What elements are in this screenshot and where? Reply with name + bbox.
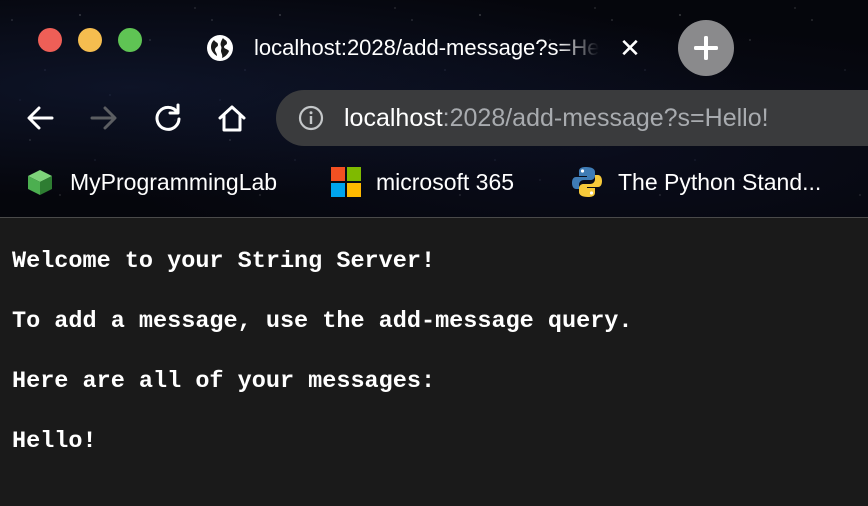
instructions-text: To add a message, use the add-message qu… xyxy=(12,308,633,335)
url-text: localhost:2028/add-message?s=Hello! xyxy=(344,104,769,132)
microsoft-logo-icon xyxy=(331,167,361,197)
cube-icon xyxy=(28,170,52,195)
reload-icon xyxy=(155,103,181,131)
welcome-text: Welcome to your String Server! xyxy=(12,248,436,275)
window-minimize-button[interactable] xyxy=(78,28,102,52)
back-arrow-icon xyxy=(27,106,54,130)
url-path: :2028/add-message?s=Hello! xyxy=(442,104,769,132)
globe-icon xyxy=(207,35,233,61)
tab-active[interactable]: localhost:2028/add-message?s=Hello! ✕ xyxy=(196,20,656,76)
bookmark-microsoft-365[interactable]: microsoft 365 xyxy=(330,162,514,202)
chrome-divider xyxy=(0,217,868,218)
home-button[interactable] xyxy=(214,100,250,136)
window-maximize-button[interactable] xyxy=(118,28,142,52)
bookmark-python-standard[interactable]: The Python Stand... xyxy=(570,162,821,202)
window-close-button[interactable] xyxy=(38,28,62,52)
reload-button[interactable] xyxy=(150,100,186,136)
python-logo-icon xyxy=(572,167,602,197)
url-host: localhost xyxy=(344,104,443,132)
forward-button[interactable] xyxy=(86,100,122,136)
messages-heading: Here are all of your messages: xyxy=(12,368,436,395)
info-icon[interactable] xyxy=(298,105,324,131)
new-tab-button[interactable] xyxy=(678,20,734,76)
page-content: Welcome to your String Server! To add a … xyxy=(0,218,868,506)
address-bar[interactable]: localhost:2028/add-message?s=Hello! xyxy=(276,90,868,146)
bookmark-label: MyProgrammingLab xyxy=(70,168,278,195)
bookmark-myprogramminglab[interactable]: MyProgrammingLab xyxy=(24,162,277,202)
plus-icon xyxy=(694,36,718,60)
back-button[interactable] xyxy=(22,100,58,136)
message-item: Hello! xyxy=(12,428,97,455)
bookmark-label: microsoft 365 xyxy=(376,168,515,195)
home-icon xyxy=(218,105,246,132)
tab-close-icon[interactable]: ✕ xyxy=(616,34,644,62)
forward-arrow-icon xyxy=(90,106,117,130)
tab-title: localhost:2028/add-message?s=Hello! xyxy=(254,35,599,60)
bookmark-label: The Python Stand... xyxy=(618,168,822,195)
